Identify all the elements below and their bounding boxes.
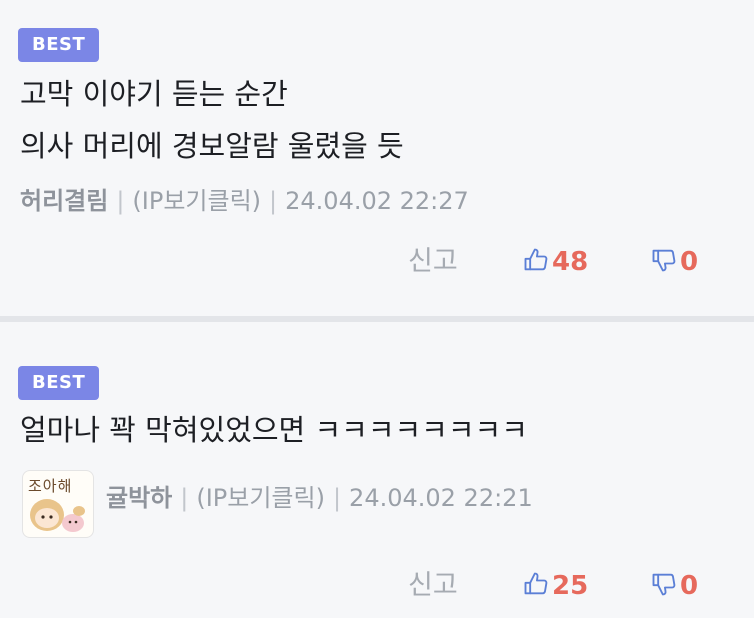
comment-text-line: 얼마나 꽉 막혀있었으면 ㅋㅋㅋㅋㅋㅋㅋㅋ [20, 413, 528, 447]
meta-separator: | [332, 484, 342, 512]
comment-item: BEST 고막 이야기 듣는 순간 의사 머리에 경보알람 울렸을 듯 허리결림… [0, 0, 754, 316]
best-badge: BEST [18, 28, 100, 62]
dislike-button[interactable]: 0 [650, 244, 698, 280]
report-button[interactable]: 신고 [408, 568, 458, 604]
thumbs-down-icon [652, 249, 676, 272]
comment-datetime: 24.04.02 22:21 [349, 484, 533, 512]
like-button[interactable]: 48 [522, 244, 588, 280]
best-badge: BEST [18, 366, 100, 400]
ip-view-link[interactable]: (IP보기클릭) [196, 484, 325, 512]
comment-datetime: 24.04.02 22:27 [285, 187, 469, 215]
comment-item: BEST 얼마나 꽉 막혀있었으면 ㅋㅋㅋㅋㅋㅋㅋㅋ 조아해 귤박하 | (IP보기… [0, 322, 754, 618]
thumbs-down-icon [652, 573, 676, 596]
report-button[interactable]: 신고 [408, 244, 458, 280]
author-nickname[interactable]: 허리결림 [20, 187, 108, 215]
comment-meta: 귤박하 | (IP보기클릭) | 24.04.02 22:21 [106, 482, 533, 514]
ip-view-link[interactable]: (IP보기클릭) [132, 187, 261, 215]
thumbs-up-icon [524, 248, 548, 271]
dislike-count: 0 [680, 247, 699, 277]
comment-meta: 허리결림 | (IP보기클릭) | 24.04.02 22:27 [20, 185, 469, 217]
dislike-count: 0 [680, 571, 699, 601]
avatar[interactable]: 조아해 [22, 470, 94, 538]
like-button[interactable]: 25 [522, 568, 588, 604]
dislike-button[interactable]: 0 [650, 568, 698, 604]
avatar-character-image [30, 499, 85, 532]
author-nickname[interactable]: 귤박하 [106, 484, 172, 512]
thumbs-up-icon [524, 572, 548, 595]
meta-separator: | [180, 484, 189, 512]
comment-text-line: 고막 이야기 듣는 순간 [20, 77, 288, 111]
like-count: 25 [552, 571, 589, 601]
meta-separator: | [116, 187, 125, 215]
like-count: 48 [552, 247, 589, 277]
meta-separator: | [269, 187, 278, 215]
comment-text-line: 의사 머리에 경보알람 울렸을 듯 [20, 129, 404, 163]
